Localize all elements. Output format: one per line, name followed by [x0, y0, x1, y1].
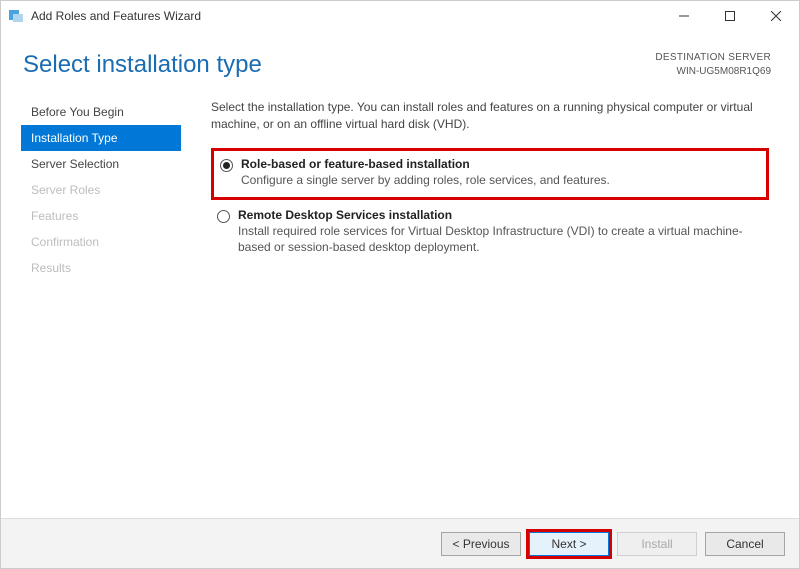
close-button[interactable] [753, 1, 799, 31]
step-before-you-begin[interactable]: Before You Begin [21, 99, 181, 125]
cancel-button[interactable]: Cancel [705, 532, 785, 556]
next-button[interactable]: Next > [529, 532, 609, 556]
destination-server-name: WIN-UG5M08R1Q69 [655, 65, 771, 79]
maximize-button[interactable] [707, 1, 753, 31]
step-confirmation: Confirmation [21, 229, 181, 255]
window-title: Add Roles and Features Wizard [31, 9, 201, 23]
footer: < Previous Next > Install Cancel [1, 518, 799, 568]
radio-role-based[interactable] [220, 159, 233, 172]
option-role-based-desc: Configure a single server by adding role… [241, 172, 610, 189]
previous-button[interactable]: < Previous [441, 532, 521, 556]
option-remote-desktop[interactable]: Remote Desktop Services installation Ins… [211, 202, 769, 265]
step-server-selection[interactable]: Server Selection [21, 151, 181, 177]
step-features: Features [21, 203, 181, 229]
minimize-button[interactable] [661, 1, 707, 31]
sidebar: Before You Begin Installation Type Serve… [21, 93, 181, 518]
main-content: Select the installation type. You can in… [181, 93, 779, 518]
option-remote-desktop-title: Remote Desktop Services installation [238, 208, 763, 222]
step-results: Results [21, 255, 181, 281]
window-controls [661, 1, 799, 31]
option-remote-desktop-desc: Install required role services for Virtu… [238, 223, 763, 257]
wizard-body: Before You Begin Installation Type Serve… [1, 89, 799, 518]
step-server-roles: Server Roles [21, 177, 181, 203]
app-icon [9, 8, 25, 24]
destination-info: DESTINATION SERVER WIN-UG5M08R1Q69 [655, 51, 771, 79]
radio-remote-desktop[interactable] [217, 210, 230, 223]
intro-text: Select the installation type. You can in… [211, 99, 769, 134]
titlebar: Add Roles and Features Wizard [1, 1, 799, 31]
option-role-based-title: Role-based or feature-based installation [241, 157, 610, 171]
destination-label: DESTINATION SERVER [655, 51, 771, 65]
step-installation-type[interactable]: Installation Type [21, 125, 181, 151]
page-title: Select installation type [23, 51, 655, 79]
page-header: Select installation type DESTINATION SER… [1, 31, 799, 89]
wizard-window: Add Roles and Features Wizard Select ins… [0, 0, 800, 569]
option-role-based[interactable]: Role-based or feature-based installation… [211, 148, 769, 200]
install-button: Install [617, 532, 697, 556]
